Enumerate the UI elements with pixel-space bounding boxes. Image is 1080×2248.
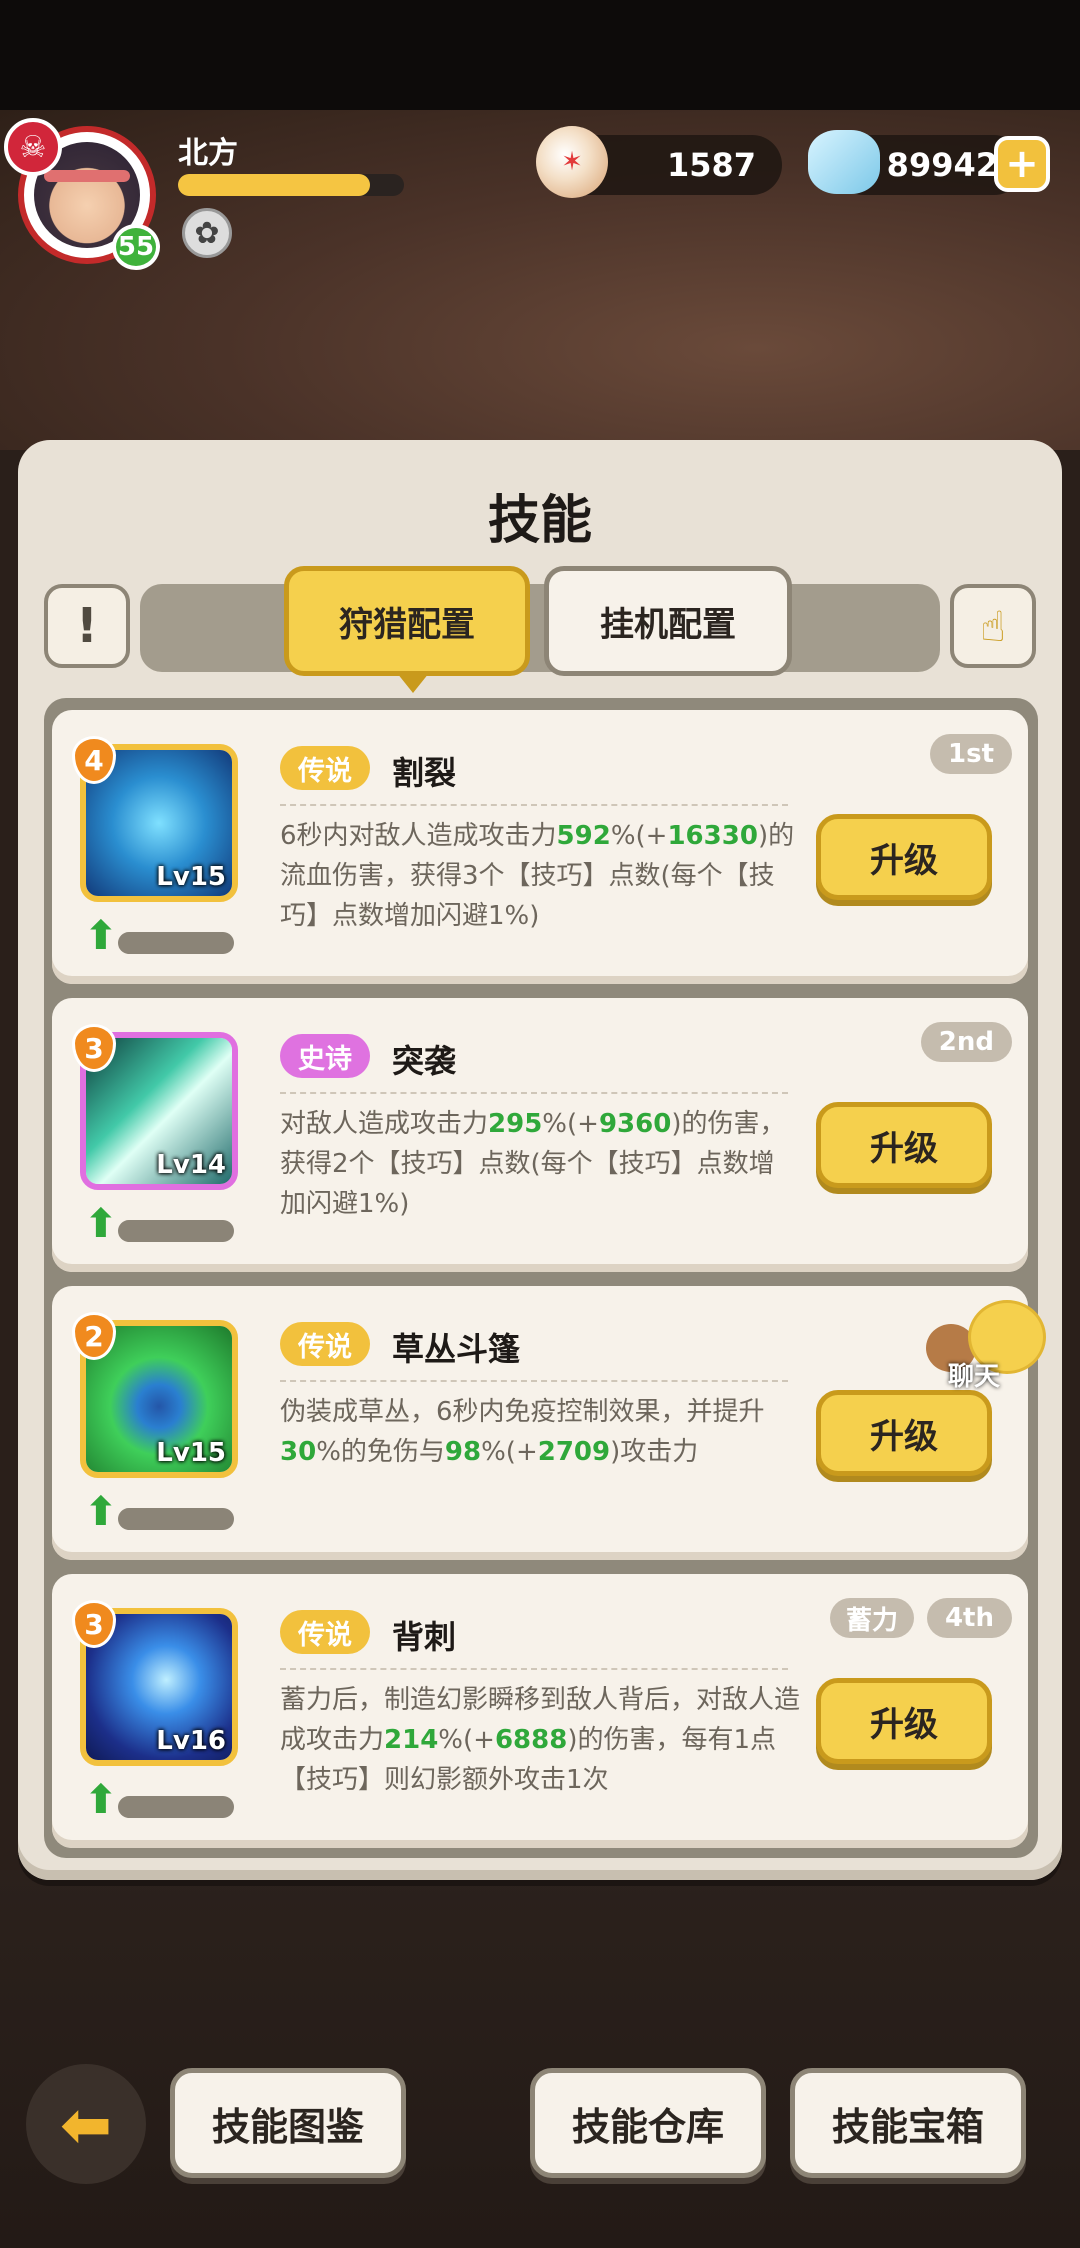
upgrade-progress bbox=[118, 932, 234, 954]
upgrade-progress bbox=[118, 1508, 234, 1530]
charge-badge: 蓄力 bbox=[829, 1598, 914, 1638]
skill-name: 草丛斗篷 bbox=[392, 1330, 521, 1368]
rarity-badge: 传说 bbox=[280, 1322, 370, 1366]
skill-level: Lv14 bbox=[156, 1150, 226, 1180]
upgrade-arrow-icon: ⬆ bbox=[84, 1489, 118, 1535]
skill-level: Lv15 bbox=[156, 1438, 226, 1468]
upgrade-button[interactable]: 升级 bbox=[816, 1678, 992, 1764]
tab-idle-config[interactable]: 挂机配置 bbox=[544, 566, 792, 676]
panel-title: 技能 bbox=[487, 491, 592, 551]
skill-warehouse-button[interactable]: 技能仓库 bbox=[530, 2068, 766, 2178]
skill-description: 对敌人造成攻击力295%(+9360)的伤害，获得2个【技巧】点数(每个【技巧】… bbox=[280, 1109, 786, 1219]
xp-bar bbox=[178, 174, 404, 196]
skill-description: 伪装成草丛，6秒内免疫控制效果，并提升30%的免伤与98%(+2709)攻击力 bbox=[280, 1397, 765, 1467]
pearl-icon: ✶ bbox=[536, 126, 608, 198]
skill-chest-button[interactable]: 技能宝箱 bbox=[790, 2068, 1026, 2178]
order-badge: 4th bbox=[926, 1598, 1012, 1638]
team-icon[interactable]: ✿ bbox=[182, 208, 232, 258]
back-button[interactable]: ⬅ bbox=[26, 2064, 146, 2184]
background-lower bbox=[0, 1870, 1080, 2248]
divider bbox=[280, 804, 788, 806]
upgrade-button[interactable]: 升级 bbox=[816, 1102, 992, 1188]
upgrade-arrow-icon: ⬆ bbox=[84, 913, 118, 959]
upgrade-arrow-icon: ⬆ bbox=[84, 1777, 118, 1823]
upgrade-progress bbox=[118, 1796, 234, 1818]
chat-label: 聊天 bbox=[948, 1362, 1001, 1392]
skill-codex-button[interactable]: 技能图鉴 bbox=[170, 2068, 406, 2178]
info-button[interactable]: ! bbox=[44, 584, 130, 668]
upgrade-arrow-icon: ⬆ bbox=[84, 1201, 118, 1247]
skill-name: 背刺 bbox=[392, 1618, 457, 1656]
chat-button[interactable]: 聊天 bbox=[926, 1300, 1056, 1392]
skill-level: Lv15 bbox=[156, 862, 226, 892]
add-gems-button[interactable]: + bbox=[994, 136, 1050, 192]
divider bbox=[280, 1092, 788, 1094]
gem-icon bbox=[808, 130, 880, 194]
skill-name: 突袭 bbox=[392, 1042, 457, 1080]
divider bbox=[280, 1380, 788, 1382]
divider bbox=[280, 1668, 788, 1670]
skill-description: 蓄力后，制造幻影瞬移到敌人背后，对敌人造成攻击力214%(+6888)的伤害，每… bbox=[280, 1685, 801, 1795]
rarity-badge: 史诗 bbox=[280, 1034, 370, 1078]
skill-card[interactable]: Lv15 4 ⬆ 传说 割裂 6秒内对敌人造成攻击力592%(+16330)的流… bbox=[52, 710, 1028, 984]
upgrade-button[interactable]: 升级 bbox=[816, 814, 992, 900]
hand-pointer-button[interactable]: ☝ bbox=[950, 584, 1036, 668]
rarity-badge: 传说 bbox=[280, 746, 370, 790]
avatar-headband bbox=[44, 170, 130, 182]
skill-level: Lv16 bbox=[156, 1726, 226, 1756]
skull-icon: ☠ bbox=[4, 118, 62, 176]
upgrade-button[interactable]: 升级 bbox=[816, 1390, 992, 1476]
player-level-badge: 55 bbox=[112, 224, 160, 270]
order-badge: 2nd bbox=[920, 1022, 1012, 1062]
rarity-badge: 传说 bbox=[280, 1610, 370, 1654]
xp-fill bbox=[178, 174, 371, 196]
upgrade-progress bbox=[118, 1220, 234, 1242]
skill-card[interactable]: Lv14 3 ⬆ 史诗 突袭 对敌人造成攻击力295%(+9360)的伤害，获得… bbox=[52, 998, 1028, 1272]
skill-description: 6秒内对敌人造成攻击力592%(+16330)的流血伤害，获得3个【技巧】点数(… bbox=[280, 821, 795, 931]
order-badge: 1st bbox=[930, 734, 1012, 774]
status-bar bbox=[0, 0, 1080, 110]
player-name: 北方 bbox=[178, 136, 238, 171]
tab-track bbox=[140, 584, 940, 672]
skill-name: 割裂 bbox=[392, 754, 457, 792]
skill-card[interactable]: Lv15 2 ⬆ 传说 草丛斗篷 伪装成草丛，6秒内免疫控制效果，并提升30%的… bbox=[52, 1286, 1028, 1560]
skill-card[interactable]: Lv16 3 ⬆ 传说 背刺 蓄力后，制造幻影瞬移到敌人背后，对敌人造成攻击力2… bbox=[52, 1574, 1028, 1848]
tab-hunt-config[interactable]: 狩猎配置 bbox=[284, 566, 530, 693]
